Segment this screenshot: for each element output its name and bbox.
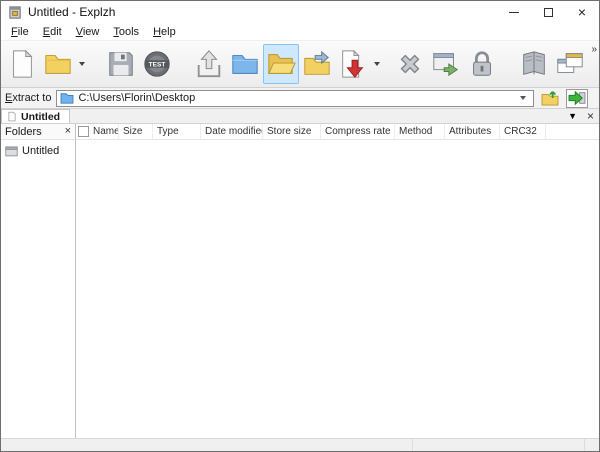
open-extract-folder-button[interactable] bbox=[539, 89, 561, 108]
open-folder-icon bbox=[268, 54, 296, 74]
file-list: Name Size Type Date modified Store size … bbox=[76, 124, 599, 438]
app-icon bbox=[8, 5, 23, 20]
menu-edit[interactable]: Edit bbox=[36, 24, 69, 40]
folders-panel: Folders × Untitled bbox=[1, 124, 76, 438]
menu-tools[interactable]: Tools bbox=[106, 24, 146, 40]
column-header-compress-rate[interactable]: Compress rate bbox=[321, 124, 395, 139]
new-archive-icon bbox=[13, 49, 33, 78]
maximize-button[interactable] bbox=[531, 1, 565, 23]
window-title: Untitled - Explzh bbox=[28, 5, 116, 19]
file-list-body[interactable] bbox=[76, 140, 599, 438]
statusbar-section-main bbox=[1, 439, 413, 451]
combobox-dropdown-button[interactable] bbox=[516, 91, 530, 106]
column-header-name[interactable]: Name bbox=[76, 124, 119, 139]
tab-close-button[interactable]: × bbox=[587, 110, 594, 122]
browse-folder-button[interactable] bbox=[227, 44, 263, 84]
statusbar-resize-grip[interactable] bbox=[585, 439, 599, 451]
chevron-down-icon bbox=[520, 96, 527, 100]
test-archive-icon: TEST bbox=[144, 51, 170, 77]
folder-icon bbox=[61, 93, 74, 104]
select-all-checkbox[interactable] bbox=[78, 126, 89, 137]
menu-view[interactable]: View bbox=[69, 24, 107, 40]
close-icon: × bbox=[577, 4, 587, 20]
new-window-icon bbox=[557, 53, 583, 73]
minimize-icon bbox=[509, 11, 519, 13]
browse-folder-icon bbox=[232, 55, 258, 74]
titlebar: Untitled - Explzh × bbox=[1, 1, 599, 23]
save-icon bbox=[109, 52, 133, 76]
open-archive-icon bbox=[45, 55, 71, 74]
column-header-type[interactable]: Type bbox=[153, 124, 201, 139]
menubar: File Edit View Tools Help bbox=[1, 23, 599, 41]
toolbar-overflow-button[interactable]: » bbox=[591, 44, 596, 55]
compress-icon bbox=[304, 50, 330, 75]
column-header-store-size[interactable]: Store size bbox=[263, 124, 321, 139]
folder-up-icon bbox=[542, 91, 559, 106]
statusbar-section-info bbox=[413, 439, 585, 451]
column-header-date-modified[interactable]: Date modified bbox=[201, 124, 263, 139]
extract-button[interactable] bbox=[191, 44, 227, 84]
tab-bar-controls: ▼ × bbox=[568, 109, 594, 123]
new-window-button[interactable] bbox=[552, 44, 588, 84]
options-button[interactable] bbox=[428, 44, 464, 84]
new-archive-button[interactable] bbox=[4, 44, 40, 84]
extract-path-combobox[interactable]: C:\Users\Florin\Desktop bbox=[56, 89, 535, 107]
column-header-method[interactable]: Method bbox=[395, 124, 445, 139]
folders-panel-header: Folders × bbox=[1, 124, 75, 140]
column-header-attributes[interactable]: Attributes bbox=[445, 124, 500, 139]
file-list-header: Name Size Type Date modified Store size … bbox=[76, 124, 599, 140]
tab-list-button[interactable]: ▼ bbox=[568, 111, 577, 121]
delete-icon bbox=[400, 54, 420, 74]
open-archive-dropdown[interactable] bbox=[76, 44, 87, 84]
folder-tree-item[interactable]: Untitled bbox=[1, 140, 75, 157]
test-archive-button[interactable]: TEST bbox=[139, 44, 175, 84]
folder-tree-item-label: Untitled bbox=[22, 145, 60, 157]
maximize-icon bbox=[543, 7, 553, 17]
tab-label: Untitled bbox=[21, 110, 61, 123]
minimize-button[interactable] bbox=[497, 1, 531, 23]
column-header-size[interactable]: Size bbox=[119, 124, 153, 139]
open-archive-button[interactable] bbox=[40, 44, 76, 84]
add-files-button[interactable] bbox=[335, 44, 371, 84]
tab-bar: Untitled ▼ × bbox=[1, 109, 599, 124]
encrypt-button[interactable] bbox=[464, 44, 500, 84]
add-files-dropdown[interactable] bbox=[371, 44, 382, 84]
manual-icon bbox=[523, 51, 545, 75]
toolbar: TEST » bbox=[1, 41, 599, 88]
compress-button[interactable] bbox=[299, 44, 335, 84]
close-button[interactable]: × bbox=[565, 1, 599, 23]
tab-untitled[interactable]: Untitled bbox=[1, 109, 71, 123]
menu-file[interactable]: File bbox=[4, 24, 36, 40]
extract-bar: Extract to C:\Users\Florin\Desktop bbox=[1, 88, 599, 109]
extract-arrow-icon bbox=[569, 90, 586, 106]
open-folder-button[interactable] bbox=[263, 44, 299, 84]
folders-panel-close-button[interactable]: × bbox=[65, 126, 71, 137]
options-icon bbox=[433, 53, 459, 77]
folders-panel-title: Folders bbox=[5, 125, 42, 138]
extract-icon bbox=[197, 50, 221, 78]
archive-icon bbox=[5, 146, 18, 157]
add-files-icon bbox=[342, 49, 364, 78]
extract-path-value: C:\Users\Florin\Desktop bbox=[78, 92, 196, 104]
explzh-window: Untitled - Explzh × File Edit View Tools… bbox=[0, 0, 600, 452]
manual-button[interactable] bbox=[516, 44, 552, 84]
delete-button[interactable] bbox=[392, 44, 428, 84]
save-button[interactable] bbox=[103, 44, 139, 84]
svg-text:TEST: TEST bbox=[149, 61, 166, 68]
chevron-down-icon bbox=[78, 62, 85, 66]
statusbar bbox=[1, 438, 599, 451]
extract-go-button[interactable] bbox=[566, 88, 589, 108]
extract-to-label: Extract to bbox=[5, 92, 52, 104]
document-icon bbox=[8, 111, 16, 122]
window-controls: × bbox=[497, 1, 599, 23]
content-area: Folders × Untitled Name Size Type Date m… bbox=[1, 124, 599, 438]
chevron-down-icon bbox=[373, 62, 380, 66]
column-header-crc32[interactable]: CRC32 bbox=[500, 124, 546, 139]
encrypt-icon bbox=[473, 51, 491, 76]
menu-help[interactable]: Help bbox=[146, 24, 183, 40]
